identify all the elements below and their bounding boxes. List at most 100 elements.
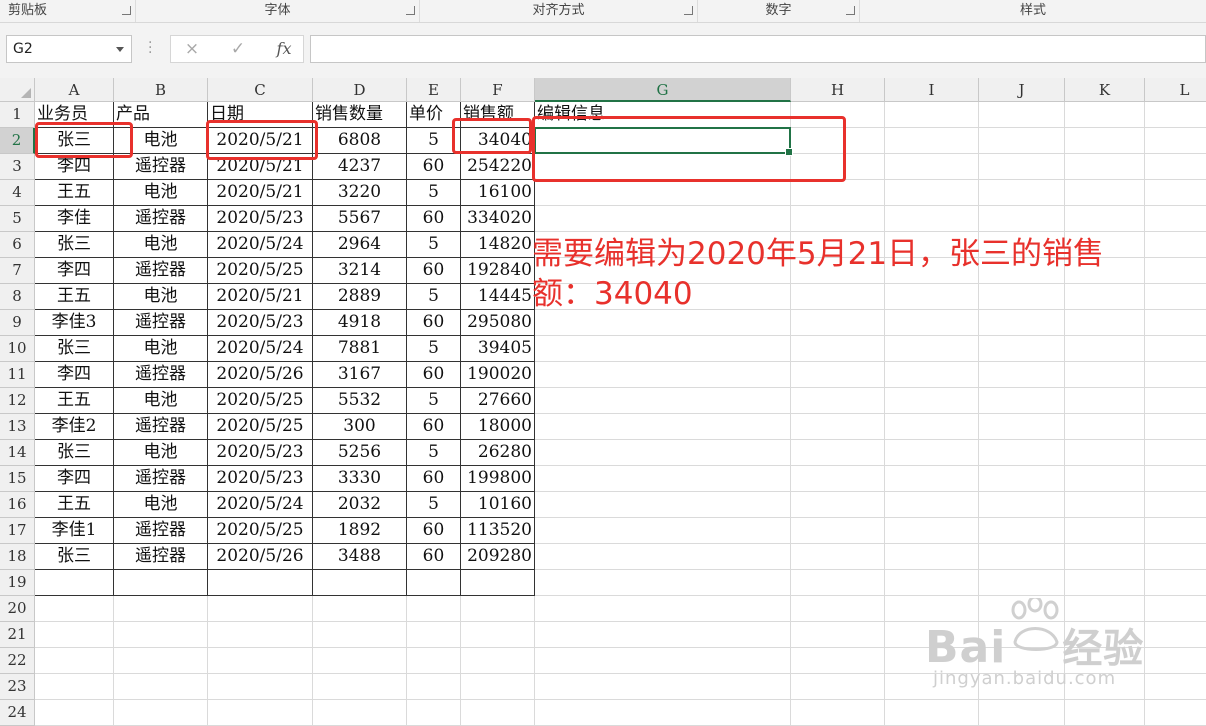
cell-e10[interactable]: 5 — [407, 336, 461, 362]
cell-h13[interactable] — [791, 414, 885, 440]
cancel-icon[interactable]: × — [177, 36, 207, 62]
cell-i17[interactable] — [885, 518, 979, 544]
row-header-11[interactable]: 11 — [0, 362, 35, 388]
cell-h9[interactable] — [791, 310, 885, 336]
cell-l5[interactable] — [1145, 206, 1206, 232]
cell-g19[interactable] — [535, 570, 791, 596]
cell-k13[interactable] — [1065, 414, 1145, 440]
cell-b7[interactable]: 遥控器 — [114, 258, 208, 284]
cell-b10[interactable]: 电池 — [114, 336, 208, 362]
cell-e12[interactable]: 5 — [407, 388, 461, 414]
cell-j24[interactable] — [979, 700, 1065, 726]
cell-l11[interactable] — [1145, 362, 1206, 388]
cell-h14[interactable] — [791, 440, 885, 466]
cell-c23[interactable] — [208, 674, 313, 700]
cell-l9[interactable] — [1145, 310, 1206, 336]
cell-g18[interactable] — [535, 544, 791, 570]
cell-l13[interactable] — [1145, 414, 1206, 440]
clipboard-dialog-launcher-icon[interactable]: › — [122, 6, 131, 15]
cell-d9[interactable]: 4918 — [313, 310, 407, 336]
cell-j1[interactable] — [979, 102, 1065, 128]
cell-b5[interactable]: 遥控器 — [114, 206, 208, 232]
cell-c14[interactable]: 2020/5/23 — [208, 440, 313, 466]
cell-k14[interactable] — [1065, 440, 1145, 466]
row-header-14[interactable]: 14 — [0, 440, 35, 466]
cell-h17[interactable] — [791, 518, 885, 544]
column-header-h[interactable]: H — [791, 78, 885, 102]
cell-j14[interactable] — [979, 440, 1065, 466]
cell-h10[interactable] — [791, 336, 885, 362]
row-header-20[interactable]: 20 — [0, 596, 35, 622]
cell-i13[interactable] — [885, 414, 979, 440]
row-header-2[interactable]: 2 — [0, 128, 35, 154]
cell-k1[interactable] — [1065, 102, 1145, 128]
cell-b17[interactable]: 遥控器 — [114, 518, 208, 544]
cell-h22[interactable] — [791, 648, 885, 674]
cell-f16[interactable]: 10160 — [461, 492, 535, 518]
row-header-3[interactable]: 3 — [0, 154, 35, 180]
cell-a4[interactable]: 王五 — [35, 180, 114, 206]
cell-i4[interactable] — [885, 180, 979, 206]
cell-l16[interactable] — [1145, 492, 1206, 518]
row-header-16[interactable]: 16 — [0, 492, 35, 518]
cell-e23[interactable] — [407, 674, 461, 700]
cell-g11[interactable] — [535, 362, 791, 388]
cell-c21[interactable] — [208, 622, 313, 648]
cell-b16[interactable]: 电池 — [114, 492, 208, 518]
cell-k5[interactable] — [1065, 206, 1145, 232]
row-header-6[interactable]: 6 — [0, 232, 35, 258]
cell-e15[interactable]: 60 — [407, 466, 461, 492]
cell-f13[interactable]: 18000 — [461, 414, 535, 440]
cell-b8[interactable]: 电池 — [114, 284, 208, 310]
cell-e18[interactable]: 60 — [407, 544, 461, 570]
cell-j19[interactable] — [979, 570, 1065, 596]
enter-icon[interactable]: ✓ — [223, 36, 253, 62]
row-header-18[interactable]: 18 — [0, 544, 35, 570]
cell-f10[interactable]: 39405 — [461, 336, 535, 362]
cell-i9[interactable] — [885, 310, 979, 336]
cell-i12[interactable] — [885, 388, 979, 414]
cell-a12[interactable]: 王五 — [35, 388, 114, 414]
cell-b9[interactable]: 遥控器 — [114, 310, 208, 336]
cell-d24[interactable] — [313, 700, 407, 726]
cell-g4[interactable] — [535, 180, 791, 206]
cell-b20[interactable] — [114, 596, 208, 622]
cell-e8[interactable]: 5 — [407, 284, 461, 310]
cell-a8[interactable]: 王五 — [35, 284, 114, 310]
cell-c20[interactable] — [208, 596, 313, 622]
cell-e4[interactable]: 5 — [407, 180, 461, 206]
cell-l4[interactable] — [1145, 180, 1206, 206]
cell-j2[interactable] — [979, 128, 1065, 154]
row-header-10[interactable]: 10 — [0, 336, 35, 362]
cell-g10[interactable] — [535, 336, 791, 362]
cell-d12[interactable]: 5532 — [313, 388, 407, 414]
cell-e16[interactable]: 5 — [407, 492, 461, 518]
cell-f14[interactable]: 26280 — [461, 440, 535, 466]
column-header-d[interactable]: D — [313, 78, 407, 102]
cell-d8[interactable]: 2889 — [313, 284, 407, 310]
cell-a14[interactable]: 张三 — [35, 440, 114, 466]
cell-d16[interactable]: 2032 — [313, 492, 407, 518]
cell-e3[interactable]: 60 — [407, 154, 461, 180]
column-header-j[interactable]: J — [979, 78, 1065, 102]
cell-h24[interactable] — [791, 700, 885, 726]
cell-d7[interactable]: 3214 — [313, 258, 407, 284]
cell-c4[interactable]: 2020/5/21 — [208, 180, 313, 206]
cell-k4[interactable] — [1065, 180, 1145, 206]
cell-f6[interactable]: 14820 — [461, 232, 535, 258]
column-header-f[interactable]: F — [461, 78, 535, 102]
row-header-4[interactable]: 4 — [0, 180, 35, 206]
cell-g15[interactable] — [535, 466, 791, 492]
row-header-15[interactable]: 15 — [0, 466, 35, 492]
cell-k16[interactable] — [1065, 492, 1145, 518]
cell-h12[interactable] — [791, 388, 885, 414]
cell-d1[interactable]: 销售数量 — [313, 102, 407, 128]
cell-b19[interactable] — [114, 570, 208, 596]
cell-c19[interactable] — [208, 570, 313, 596]
cell-l19[interactable] — [1145, 570, 1206, 596]
cell-l1[interactable] — [1145, 102, 1206, 128]
cell-j11[interactable] — [979, 362, 1065, 388]
cell-b12[interactable]: 电池 — [114, 388, 208, 414]
number-dialog-launcher-icon[interactable]: › — [846, 6, 855, 15]
cell-b23[interactable] — [114, 674, 208, 700]
